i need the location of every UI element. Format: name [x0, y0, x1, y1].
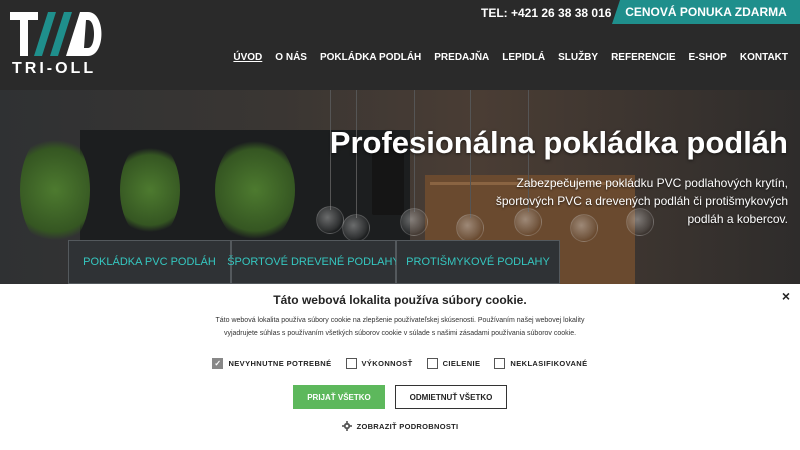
phone-number[interactable]: TEL: +421 26 38 38 016	[481, 6, 611, 20]
lamp-bulb	[342, 214, 370, 242]
plant-decoration	[120, 140, 180, 240]
nav-item-lepidla[interactable]: LEPIDLÁ	[502, 52, 545, 63]
hero-title: Profesionálna pokládka podláh	[329, 125, 788, 160]
cookie-option-unclassified[interactable]: NEKLASIFIKOVANÉ	[494, 358, 587, 369]
cookie-buttons: PRIJAŤ VŠETKO ODMIETNUŤ VŠETKO	[0, 385, 800, 409]
cookie-option-label: VÝKONNOSŤ	[361, 359, 413, 368]
nav-item-e-shop[interactable]: E-SHOP	[689, 52, 727, 63]
cookie-option-performance[interactable]: VÝKONNOSŤ	[345, 358, 413, 369]
cookie-description: Táto webová lokalita používa súbory cook…	[215, 317, 585, 337]
category-antislip-floors[interactable]: PROTIŠMYKOVÉ PODLAHY	[396, 240, 560, 284]
nav-item-o-nas[interactable]: O NÁS	[275, 52, 307, 63]
main-nav: ÚVOD O NÁS POKLÁDKA PODLÁH PREDAJŇA LEPI…	[233, 52, 788, 63]
free-quote-button[interactable]: CENOVÁ PONUKA ZDARMA	[612, 0, 800, 24]
site-header: TRI-OLL TEL: +421 26 38 38 016 CENOVÁ PO…	[0, 0, 800, 90]
reject-all-button[interactable]: ODMIETNUŤ VŠETKO	[395, 385, 507, 409]
nav-item-pokladka-podlah[interactable]: POKLÁDKA PODLÁH	[320, 52, 421, 63]
cookie-option-necessary[interactable]: ✓ NEVYHNUTNE POTREBNÉ	[212, 358, 331, 369]
nav-item-uvod[interactable]: ÚVOD	[233, 52, 262, 63]
lamp-bulb	[316, 206, 344, 234]
category-pvc-floors[interactable]: POKLÁDKA PVC PODLÁH	[68, 240, 231, 284]
cookie-banner: × Táto webová lokalita používa súbory co…	[0, 284, 800, 450]
lamp-bulb	[400, 208, 428, 236]
cookie-option-targeting[interactable]: CIELENIE	[426, 358, 481, 369]
cookie-options: ✓ NEVYHNUTNE POTREBNÉ VÝKONNOSŤ CIELENIE…	[0, 358, 800, 369]
cookie-option-label: CIELENIE	[442, 359, 481, 368]
nav-item-kontakt[interactable]: KONTAKT	[740, 52, 788, 63]
category-links: POKLÁDKA PVC PODLÁH ŠPORTOVÉ DREVENÉ POD…	[68, 240, 560, 284]
logo-text[interactable]: TRI-OLL	[12, 60, 96, 78]
gear-icon	[341, 421, 352, 431]
cookie-option-label: NEVYHNUTNE POTREBNÉ	[228, 359, 332, 368]
cookie-option-label: NEKLASIFIKOVANÉ	[510, 359, 588, 368]
checkbox-icon[interactable]	[345, 358, 357, 369]
nav-item-referencie[interactable]: REFERENCIE	[611, 52, 675, 63]
plant-decoration	[20, 130, 90, 250]
lamp-bulb	[456, 214, 484, 242]
show-details-link[interactable]: ZOBRAZIŤ PODROBNOSTI	[0, 421, 800, 431]
cookie-title: Táto webová lokalita používa súbory cook…	[273, 293, 527, 307]
nav-item-predajna[interactable]: PREDAJŇA	[434, 52, 489, 63]
category-sport-wood-floors[interactable]: ŠPORTOVÉ DREVENÉ PODLAHY	[227, 240, 400, 284]
checkbox-checked-icon[interactable]: ✓	[212, 358, 224, 369]
nav-item-sluzby[interactable]: SLUŽBY	[558, 52, 598, 63]
hero-subtitle: Zabezpečujeme pokládku PVC podlahových k…	[495, 176, 788, 226]
plant-decoration	[215, 135, 295, 245]
checkbox-icon[interactable]	[426, 358, 438, 369]
accept-all-button[interactable]: PRIJAŤ VŠETKO	[293, 385, 385, 409]
checkbox-icon[interactable]	[494, 358, 506, 369]
show-details-label: ZOBRAZIŤ PODROBNOSTI	[356, 421, 459, 431]
